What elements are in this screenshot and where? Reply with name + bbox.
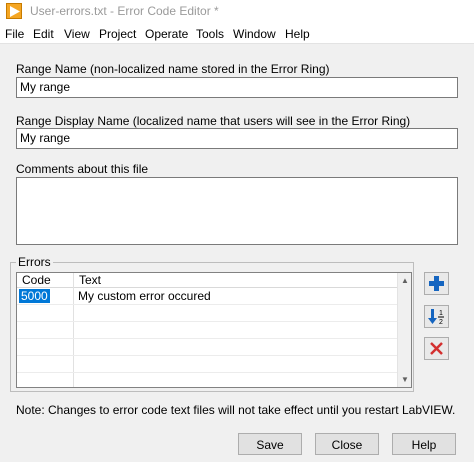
column-header-text[interactable]: Text [74,273,398,288]
menu-edit[interactable]: Edit [33,27,54,41]
table-scrollbar[interactable]: ▲ ▼ [397,273,411,387]
delete-error-button[interactable] [424,337,449,360]
sort-errors-button[interactable]: 1 2 [424,305,449,328]
add-error-button[interactable] [424,272,449,295]
labview-app-icon[interactable] [6,3,22,19]
menu-bar: File Edit View Project Operate Tools Win… [0,24,474,44]
svg-text:1: 1 [439,310,443,317]
menu-file[interactable]: File [5,27,24,41]
range-display-name-input[interactable]: My range [16,128,458,149]
comments-textarea[interactable] [16,177,458,245]
title-bar: User-errors.txt - Error Code Editor * [0,0,474,24]
menu-window[interactable]: Window [233,27,276,41]
row-divider [17,338,399,339]
column-header-code[interactable]: Code [17,273,74,288]
scroll-up-icon[interactable]: ▲ [401,276,409,285]
save-button[interactable]: Save [238,433,302,455]
svg-text:2: 2 [439,319,443,325]
column-separator [73,273,74,387]
range-name-label: Range Name (non-localized name stored in… [16,62,330,76]
row-divider [17,372,399,373]
error-code-cell[interactable]: 5000 [19,289,50,303]
row-divider [17,304,399,305]
window-title: User-errors.txt - Error Code Editor * [30,4,219,18]
menu-operate[interactable]: Operate [145,27,188,41]
row-divider [17,355,399,356]
errors-table[interactable]: Code Text 5000 My custom error occured ▲… [16,272,412,388]
menu-help[interactable]: Help [285,27,310,41]
delete-icon [430,342,443,355]
errors-group-title: Errors [16,255,53,269]
add-icon [429,276,444,291]
comments-label: Comments about this file [16,162,149,176]
menu-view[interactable]: View [64,27,90,41]
sort-ascending-icon: 1 2 [428,309,444,325]
close-button[interactable]: Close [315,433,379,455]
restart-note: Note: Changes to error code text files w… [16,403,456,417]
scroll-down-icon[interactable]: ▼ [401,375,409,384]
menu-tools[interactable]: Tools [196,27,224,41]
row-divider [17,321,399,322]
help-button[interactable]: Help [392,433,456,455]
menu-project[interactable]: Project [99,27,136,41]
range-display-name-label: Range Display Name (localized name that … [16,114,411,128]
range-name-input[interactable]: My range [16,77,458,98]
error-text-cell[interactable]: My custom error occured [78,289,211,303]
